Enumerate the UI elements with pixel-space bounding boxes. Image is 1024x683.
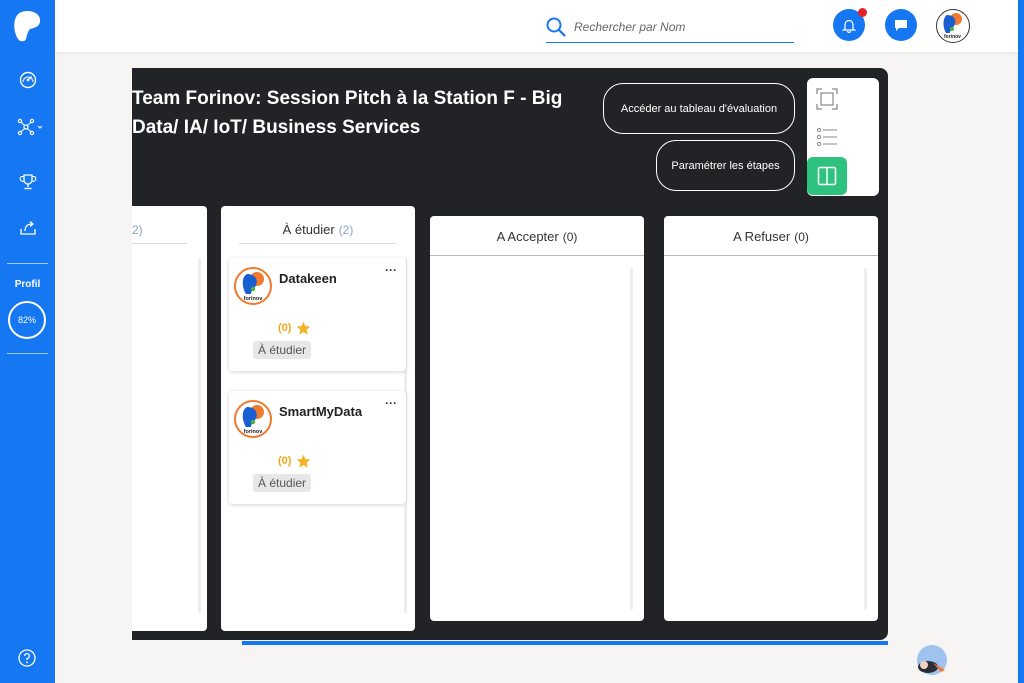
search-bar: [546, 12, 794, 43]
column-scrollbar[interactable]: [864, 268, 867, 610]
search-icon[interactable]: [546, 17, 566, 37]
column-header: À étudier (2): [221, 222, 415, 237]
notifications-button[interactable]: [833, 8, 867, 41]
app-logo[interactable]: [12, 9, 42, 43]
network-icon[interactable]: [16, 115, 46, 139]
dashboard-icon[interactable]: [14, 68, 42, 92]
sidebar: Profil 82%: [0, 0, 55, 683]
chat-assistant-icon[interactable]: [915, 643, 951, 677]
startup-logo: forinov: [234, 400, 272, 438]
startup-logo: forinov: [234, 267, 272, 305]
column-count: (0): [562, 230, 578, 244]
star-icon: [297, 321, 311, 335]
profil-label: Profil: [14, 279, 41, 290]
trophy-icon[interactable]: [14, 170, 42, 194]
search-input[interactable]: [574, 20, 774, 34]
status-badge: À étudier: [253, 341, 312, 359]
column-divider: [664, 255, 878, 256]
svg-text:forinov: forinov: [244, 296, 264, 302]
profil-progress[interactable]: 82%: [8, 301, 46, 339]
column-divider: [430, 255, 644, 256]
configure-steps-button[interactable]: Paramétrer les étapes: [656, 140, 795, 191]
column-header: 2): [132, 222, 207, 237]
chat-icon: [895, 19, 907, 31]
right-edge-stripe: [1018, 0, 1024, 683]
card-rating: (0): [278, 454, 311, 468]
bell-icon: [842, 19, 856, 33]
svg-text:forinov: forinov: [244, 429, 264, 435]
column-header: A Refuser (0): [664, 229, 878, 244]
sidebar-divider: [7, 353, 48, 354]
kanban-column: 2): [132, 206, 207, 631]
card-menu-button[interactable]: ···: [385, 396, 397, 410]
column-count: (0): [794, 230, 809, 244]
column-header: A Accepter (0): [430, 229, 644, 244]
startup-card[interactable]: forinov Datakeen ··· (0) À étudier: [229, 258, 406, 371]
notification-dot: [858, 8, 867, 17]
horizontal-scrollbar[interactable]: [242, 641, 888, 645]
column-divider: [239, 243, 397, 244]
startup-name[interactable]: Datakeen: [279, 271, 337, 286]
kanban-column: A Accepter (0): [430, 216, 644, 621]
evaluation-board-button[interactable]: Accéder au tableau d'évaluation: [603, 83, 795, 134]
column-title: A Accepter: [496, 229, 559, 244]
kanban-view-icon[interactable]: [807, 157, 847, 195]
board-title: Team Forinov: Session Pitch à la Station…: [132, 88, 563, 138]
user-avatar[interactable]: forinov: [936, 9, 970, 43]
forinov-logo: forinov: [943, 13, 962, 40]
share-icon[interactable]: [14, 216, 42, 240]
column-scrollbar[interactable]: [198, 258, 201, 613]
fullscreen-view-icon[interactable]: [807, 80, 847, 118]
column-scrollbar[interactable]: [630, 268, 633, 610]
list-view-icon[interactable]: [807, 118, 847, 156]
svg-text:forinov: forinov: [944, 34, 961, 40]
view-switcher: [807, 78, 879, 196]
column-divider: [132, 243, 187, 244]
rating-count: (0): [278, 322, 292, 334]
help-icon[interactable]: [18, 649, 36, 667]
startup-name[interactable]: SmartMyData: [279, 404, 362, 419]
top-header: forinov: [55, 0, 1018, 52]
kanban-column: A Refuser (0): [664, 216, 878, 621]
column-count: (2): [338, 223, 354, 237]
card-rating: (0): [278, 321, 311, 335]
sidebar-divider: [7, 263, 48, 264]
startup-card[interactable]: forinov SmartMyData ··· (0) À étudier: [229, 391, 406, 504]
status-badge: À étudier: [253, 474, 312, 492]
card-menu-button[interactable]: ···: [385, 263, 397, 277]
profil-percent: 82%: [17, 315, 36, 325]
messages-button[interactable]: [885, 9, 917, 41]
column-title: À étudier: [282, 222, 335, 237]
column-count: 2): [132, 223, 143, 237]
column-title: A Refuser: [733, 229, 791, 244]
star-icon: [297, 454, 311, 468]
rating-count: (0): [278, 455, 292, 467]
